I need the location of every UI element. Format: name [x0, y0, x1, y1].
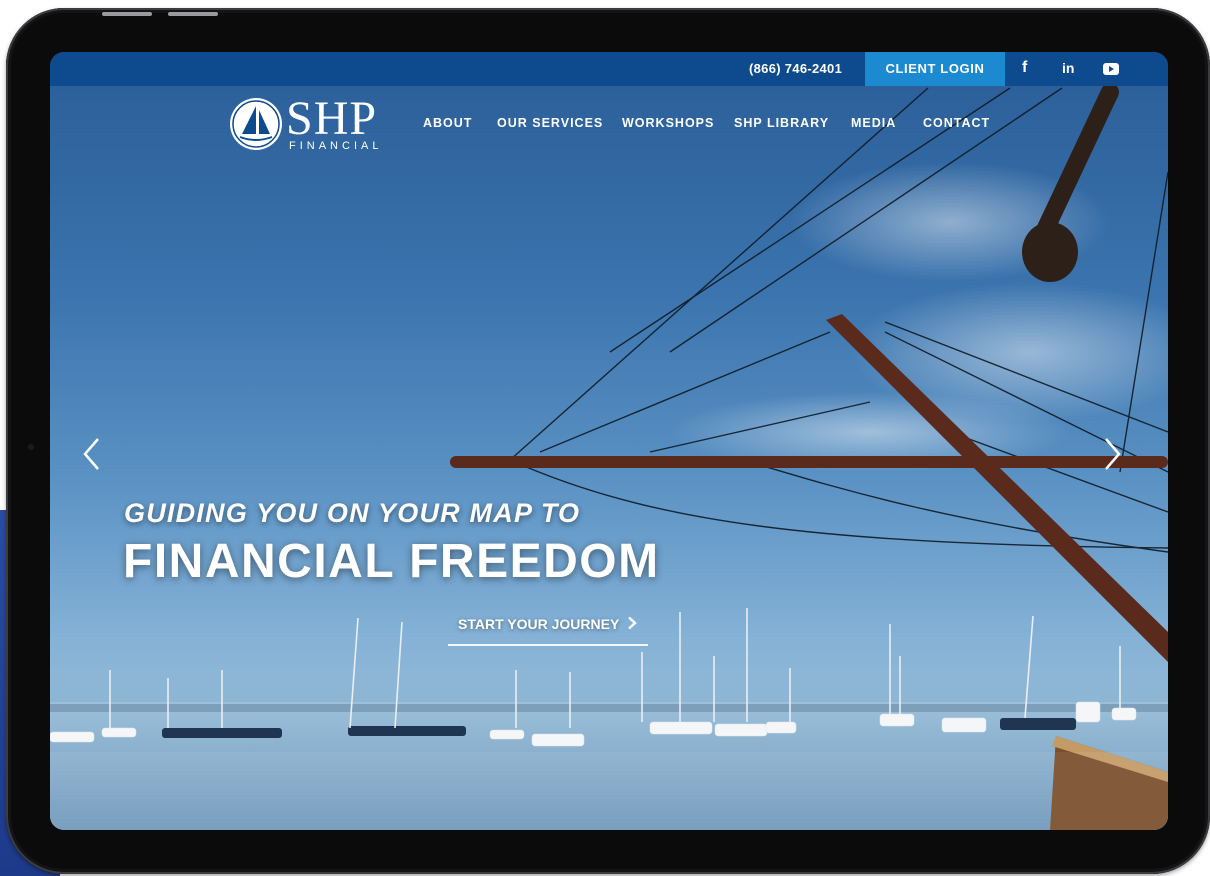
slider-next-button[interactable] [1100, 436, 1124, 472]
nav-about[interactable]: ABOUT [423, 116, 472, 130]
hero-scenery [50, 83, 1168, 830]
start-journey-label: START YOUR JOURNEY [458, 616, 620, 632]
hero-title: FINANCIAL FREEDOM [123, 535, 660, 588]
device-volume-button [102, 12, 152, 16]
youtube-icon[interactable] [1102, 52, 1120, 86]
shp-financial-logo[interactable]: SHP FINANCIAL [228, 92, 398, 156]
client-login-button[interactable]: CLIENT LOGIN [865, 52, 1005, 86]
hero-subtitle: GUIDING YOU ON YOUR MAP TO [124, 498, 581, 528]
nav-media[interactable]: MEDIA [851, 116, 896, 130]
nav-contact[interactable]: CONTACT [923, 116, 990, 130]
chevron-left-icon [83, 438, 99, 470]
facebook-icon[interactable]: f [1022, 52, 1027, 86]
slider-prev-button[interactable] [80, 436, 104, 472]
linkedin-icon[interactable]: in [1062, 52, 1074, 86]
chevron-right-icon [628, 616, 637, 630]
top-utility-bar: (866) 746-2401 CLIENT LOGIN f in [50, 52, 1168, 86]
website-screen: (866) 746-2401 CLIENT LOGIN f in SHP FIN… [50, 52, 1168, 830]
device-camera [28, 444, 34, 450]
logo-wordmark: SHP [286, 92, 378, 145]
nav-shp-library[interactable]: SHP LIBRARY [734, 116, 829, 130]
logo-subtitle: FINANCIAL [289, 140, 383, 152]
chevron-right-icon [1105, 438, 1121, 470]
sailboat-logo-icon [230, 98, 282, 150]
start-journey-button[interactable]: START YOUR JOURNEY [448, 612, 648, 646]
nav-our-services[interactable]: OUR SERVICES [497, 116, 603, 130]
device-volume-button [168, 12, 218, 16]
phone-number-link[interactable]: (866) 746-2401 [749, 52, 842, 86]
nav-workshops[interactable]: WORKSHOPS [622, 116, 714, 130]
